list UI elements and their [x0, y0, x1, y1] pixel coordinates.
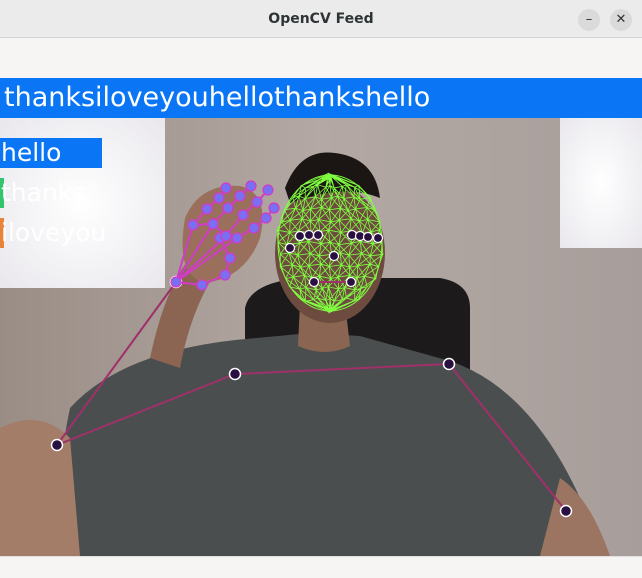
face-landmark-point: [312, 229, 324, 241]
face-landmark-point: [362, 231, 374, 243]
window-titlebar[interactable]: OpenCV Feed – ✕: [0, 0, 642, 38]
toolbar-area: [0, 38, 642, 78]
hand-joint: [262, 184, 274, 196]
window-title: OpenCV Feed: [268, 11, 374, 27]
pose-joint: [50, 438, 64, 452]
hand-joint: [245, 180, 257, 192]
minimize-button[interactable]: –: [578, 9, 600, 31]
hand-joint: [222, 202, 234, 214]
hand-joint: [248, 222, 260, 234]
pose-joint: [228, 367, 242, 381]
hand-joint: [207, 218, 219, 230]
face-landmark-point: [345, 276, 357, 288]
hand-joint: [220, 182, 232, 194]
prob-label-hello: hello: [1, 138, 62, 167]
hand-joint: [213, 192, 225, 204]
pose-joint: [559, 504, 573, 518]
hand-joint: [170, 276, 182, 288]
face-landmark-point: [308, 276, 320, 288]
prob-label-iloveyou: iloveyou: [1, 218, 107, 247]
prob-label-thanks: thanks: [1, 178, 86, 207]
camera-feed: thanksiloveyouhellothankshello hello tha…: [0, 78, 642, 556]
face-landmark-point: [372, 232, 384, 244]
hand-joint: [251, 196, 263, 208]
hand-joint: [196, 279, 208, 291]
face-landmark-point: [303, 229, 315, 241]
hand-joint: [231, 232, 243, 244]
close-button[interactable]: ✕: [610, 9, 632, 31]
hand-joint: [237, 209, 249, 221]
hand-joint: [220, 230, 232, 242]
hand-joint: [268, 202, 280, 214]
hand-joint: [260, 212, 272, 224]
prob-row-iloveyou: iloveyou: [0, 218, 165, 248]
face-landmark-point: [328, 250, 340, 262]
hand-joint: [234, 190, 246, 202]
sentence-banner: thanksiloveyouhellothankshello: [0, 78, 642, 118]
hand-joint: [224, 252, 236, 264]
prob-row-hello: hello: [0, 138, 165, 168]
face-landmark-point: [294, 230, 306, 242]
prob-row-thanks: thanks: [0, 178, 165, 208]
status-bar: [0, 556, 642, 578]
pose-joint: [442, 357, 456, 371]
window-right: [560, 118, 642, 248]
hand-joint: [219, 269, 231, 281]
face-landmark-point: [284, 242, 296, 254]
hand-joint: [201, 203, 213, 215]
hand-joint: [187, 219, 199, 231]
